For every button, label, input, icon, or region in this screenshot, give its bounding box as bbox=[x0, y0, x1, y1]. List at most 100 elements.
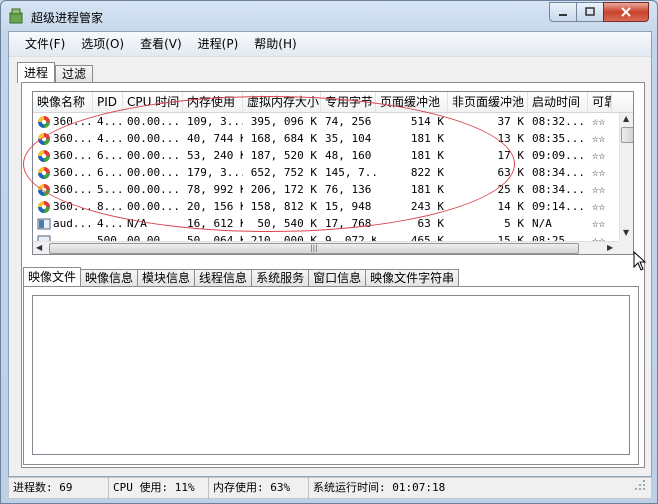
menu-options[interactable]: 选项(O) bbox=[73, 34, 132, 54]
cell-text: aud... bbox=[53, 217, 93, 230]
column-header[interactable]: 非页面缓冲池 bbox=[448, 92, 528, 112]
table-row[interactable]: 360... 5... 00.00... 78, 992 K 206, 172 K 76,… bbox=[33, 181, 619, 198]
tab-thread-info[interactable]: 线程信息 bbox=[194, 269, 253, 287]
top-tab-strip: 进程 过滤 bbox=[17, 62, 94, 83]
list-header: 映像名称 PID CPU 时间 内存使用 虚拟内存大小 专用字节 页面缓冲池 非页面缓冲池 启动… bbox=[33, 92, 633, 113]
table-cell: 360... bbox=[33, 181, 93, 198]
table-cell: 514 K bbox=[410, 115, 444, 128]
vertical-scroll-thumb[interactable] bbox=[621, 127, 633, 143]
table-cell: 08:34... bbox=[532, 183, 585, 196]
status-memory-usage: 内存使用: 63% bbox=[209, 478, 309, 498]
table-cell: 652, 752 K bbox=[250, 166, 317, 179]
column-header[interactable]: 页面缓冲池 bbox=[376, 92, 448, 112]
menu-help[interactable]: 帮助(H) bbox=[246, 34, 304, 54]
table-cell: 181 K bbox=[410, 132, 444, 145]
menu-process[interactable]: 进程(P) bbox=[190, 34, 247, 54]
table-cell: ☆☆ bbox=[592, 166, 606, 179]
table-cell: 35, 104 K bbox=[325, 132, 376, 145]
tab-system-services[interactable]: 系统服务 bbox=[251, 269, 310, 287]
horizontal-scroll-thumb[interactable]: ||| bbox=[49, 243, 579, 254]
table-cell: ☆☆ bbox=[592, 183, 606, 196]
table-cell: 360... bbox=[33, 198, 93, 215]
table-cell: 4... bbox=[97, 115, 123, 128]
column-header[interactable]: CPU 时间 bbox=[123, 92, 183, 112]
table-row[interactable]: aud... 4... N/A 16, 612 K 50, 540 K 17, 768 K… bbox=[33, 215, 619, 232]
close-button[interactable] bbox=[603, 2, 649, 22]
maximize-icon bbox=[585, 7, 595, 16]
column-header[interactable]: 可靠 bbox=[588, 92, 612, 112]
table-cell: 00.00... bbox=[127, 183, 180, 196]
table-cell: 08:32... bbox=[532, 115, 585, 128]
table-cell: 360... bbox=[33, 164, 93, 181]
table-cell: 08:34... bbox=[532, 166, 585, 179]
table-cell: ☆☆ bbox=[592, 200, 606, 213]
title-bar[interactable]: 超级进程管家 bbox=[1, 1, 657, 31]
table-cell: 37 K bbox=[497, 115, 525, 128]
minimize-button[interactable] bbox=[549, 2, 577, 22]
table-cell: 360... bbox=[33, 147, 93, 164]
column-header[interactable]: 专用字节 bbox=[321, 92, 376, 112]
tab-filter[interactable]: 过滤 bbox=[55, 65, 94, 83]
table-row[interactable]: 360... 6... 00.00... 53, 240 K 187, 520 K 48,… bbox=[33, 147, 619, 164]
table-cell: 00.00... bbox=[127, 115, 180, 128]
horizontal-scrollbar[interactable]: ◀ ||| ▶ bbox=[33, 241, 619, 254]
table-row[interactable]: 360... 4... 00.00... 109, 3... 395, 096 K 74,… bbox=[33, 113, 619, 130]
menu-file[interactable]: 文件(F) bbox=[17, 34, 73, 54]
table-cell: 206, 172 K bbox=[250, 183, 317, 196]
audio-icon bbox=[37, 217, 51, 231]
table-cell: 168, 684 K bbox=[250, 132, 317, 145]
table-cell: 360... bbox=[33, 113, 93, 130]
table-cell: ☆☆ bbox=[592, 115, 606, 128]
table-cell: 4... bbox=[97, 217, 123, 230]
menu-view[interactable]: 查看(V) bbox=[132, 34, 190, 54]
tab-process[interactable]: 进程 bbox=[17, 62, 56, 83]
tab-window-info[interactable]: 窗口信息 bbox=[308, 269, 367, 287]
mouse-cursor-icon bbox=[633, 251, 647, 271]
tab-image-file[interactable]: 映像文件 bbox=[23, 267, 82, 287]
table-cell: aud... bbox=[33, 215, 93, 232]
table-cell: 6... bbox=[97, 166, 123, 179]
table-cell: 09:14... bbox=[532, 200, 585, 213]
table-cell: 16, 612 K bbox=[187, 217, 243, 230]
column-header[interactable]: 映像名称 bbox=[33, 92, 93, 112]
table-cell: 15, 948 K bbox=[325, 200, 376, 213]
table-cell: 13 K bbox=[497, 132, 525, 145]
vertical-scrollbar[interactable]: ▲ ▼ bbox=[619, 113, 633, 241]
table-cell: 08:35... bbox=[532, 132, 585, 145]
table-cell: 00.00... bbox=[127, 149, 180, 162]
maximize-button[interactable] bbox=[576, 2, 604, 22]
table-cell: 76, 136 K bbox=[325, 183, 376, 196]
cell-text: 360... bbox=[53, 183, 93, 196]
table-row[interactable]: 360... 6... 00.00... 179, 3... 652, 752 K 145… bbox=[33, 164, 619, 181]
table-cell: 8... bbox=[97, 200, 123, 213]
column-header[interactable]: 启动时间 bbox=[528, 92, 588, 112]
cell-text: 360... bbox=[53, 166, 93, 179]
table-cell: 14 K bbox=[497, 200, 525, 213]
cell-text: 360... bbox=[53, 115, 93, 128]
scroll-down-icon[interactable]: ▼ bbox=[623, 228, 629, 237]
process-list[interactable]: 映像名称 PID CPU 时间 内存使用 虚拟内存大小 专用字节 页面缓冲池 非页面缓冲池 启动… bbox=[32, 91, 634, 255]
table-cell: 360... bbox=[33, 130, 93, 147]
tab-image-strings[interactable]: 映像文件字符串 bbox=[365, 269, 460, 287]
table-cell: 53, 240 K bbox=[187, 149, 243, 162]
table-cell: 00.00... bbox=[127, 200, 180, 213]
image-file-view[interactable] bbox=[32, 295, 630, 455]
resize-grip-icon[interactable] bbox=[633, 478, 647, 492]
table-row[interactable]: 360... 4... 00.00... 40, 744 K 168, 684 K 35,… bbox=[33, 130, 619, 147]
column-header[interactable]: 虚拟内存大小 bbox=[243, 92, 321, 112]
table-row[interactable]: 360... 8... 00.00... 20, 156 K 158, 812 K 15,… bbox=[33, 198, 619, 215]
close-icon bbox=[621, 7, 631, 17]
scroll-up-icon[interactable]: ▲ bbox=[623, 114, 629, 123]
tab-module-info[interactable]: 模块信息 bbox=[137, 269, 196, 287]
column-header[interactable]: PID bbox=[93, 92, 123, 112]
360-icon bbox=[37, 149, 51, 163]
table-cell: 187, 520 K bbox=[250, 149, 317, 162]
cell-text: 360... bbox=[53, 149, 93, 162]
tab-image-info[interactable]: 映像信息 bbox=[80, 269, 139, 287]
table-cell: 20, 156 K bbox=[187, 200, 243, 213]
image-file-panel bbox=[23, 286, 639, 465]
menu-bar: 文件(F) 选项(O) 查看(V) 进程(P) 帮助(H) bbox=[9, 32, 651, 57]
column-header[interactable]: 内存使用 bbox=[183, 92, 243, 112]
scroll-left-icon[interactable]: ◀ bbox=[36, 243, 42, 252]
scroll-right-icon[interactable]: ▶ bbox=[607, 243, 613, 252]
